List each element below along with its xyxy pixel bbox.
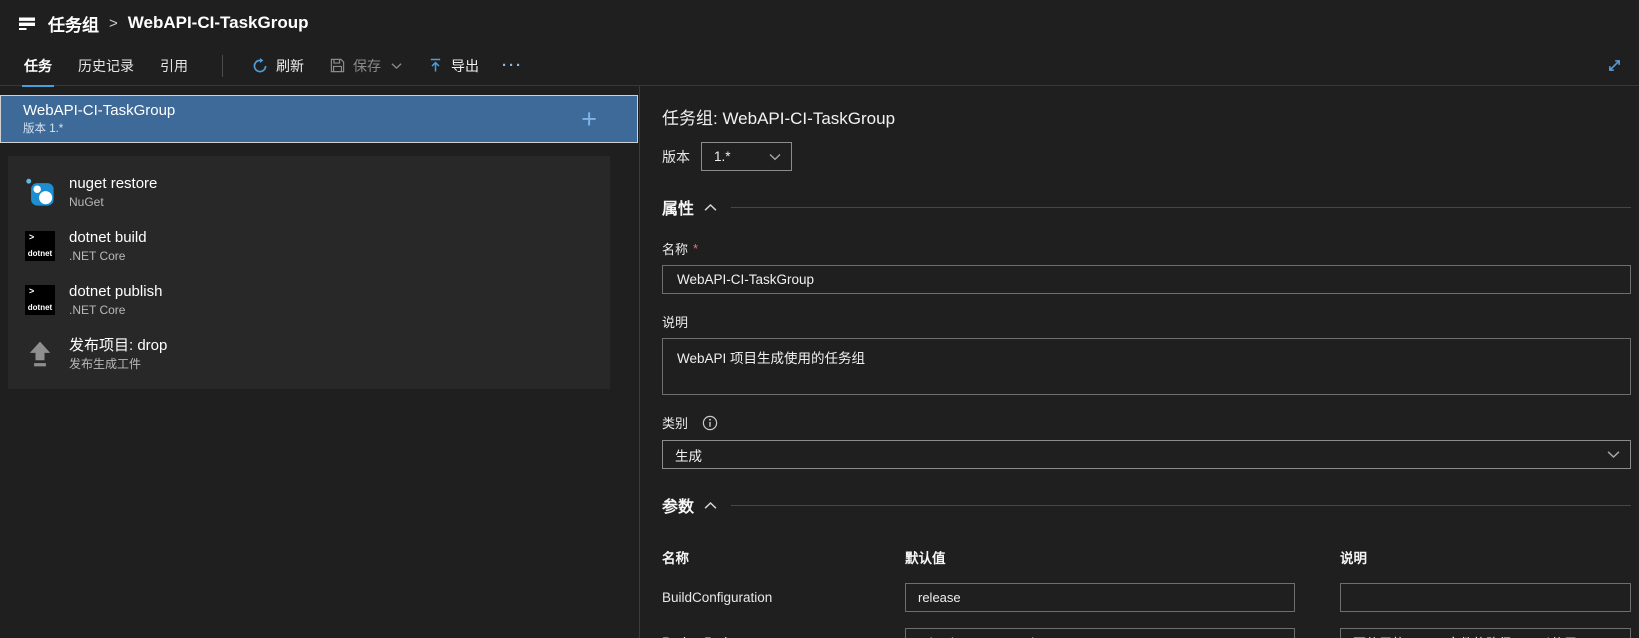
task-subtitle: .NET Core bbox=[69, 302, 126, 317]
description-field-label: 说明 bbox=[662, 315, 689, 330]
properties-section-title: 属性 bbox=[662, 201, 695, 218]
page-title: WebAPI-CI-TaskGroup bbox=[127, 13, 309, 32]
category-value: 生成 bbox=[675, 448, 702, 464]
toolbar: 任务 历史记录 引用 刷新 保存 导出 ··· bbox=[0, 45, 1639, 87]
version-dropdown[interactable]: 1.* bbox=[701, 142, 792, 171]
breadcrumb-separator: > bbox=[109, 14, 118, 32]
task-title: dotnet publish bbox=[69, 282, 163, 300]
task-item-nuget-restore[interactable]: nuget restore NuGet bbox=[8, 165, 610, 219]
column-header-description: 说明 bbox=[1340, 551, 1367, 566]
toolbar-divider bbox=[222, 54, 223, 77]
chevron-up-icon bbox=[704, 203, 717, 212]
task-group-editor: 任务组 > WebAPI-CI-TaskGroup 任务 历史记录 引用 刷新 … bbox=[0, 0, 1639, 638]
breadcrumb: 任务组 > WebAPI-CI-TaskGroup bbox=[0, 0, 1639, 46]
version-value: 1.* bbox=[714, 149, 731, 164]
name-input[interactable]: WebAPI-CI-TaskGroup bbox=[662, 265, 1631, 294]
task-title: dotnet build bbox=[69, 228, 147, 246]
detail-title: 任务组: WebAPI-CI-TaskGroup bbox=[662, 109, 896, 128]
name-field-label: 名称 * bbox=[662, 241, 699, 257]
section-divider bbox=[731, 504, 1631, 506]
upload-icon bbox=[25, 339, 55, 369]
column-header-name: 名称 bbox=[662, 551, 689, 566]
task-subtitle: .NET Core bbox=[69, 248, 126, 263]
parameters-table: 名称 默认值 说明 BuildConfiguration release Pro… bbox=[662, 547, 1631, 638]
nuget-icon bbox=[25, 177, 55, 207]
chevron-down-icon bbox=[1607, 450, 1620, 459]
dotnet-icon: > dotnet bbox=[25, 285, 55, 315]
task-group-detail-panel: 任务组: WebAPI-CI-TaskGroup 版本 1.* 属性 名称 * … bbox=[640, 86, 1639, 638]
group-name: WebAPI-CI-TaskGroup bbox=[23, 101, 176, 119]
param-description-input[interactable] bbox=[1340, 583, 1631, 612]
task-list: nuget restore NuGet > dotnet dotnet buil… bbox=[8, 156, 610, 389]
dotnet-icon: > dotnet bbox=[25, 231, 55, 261]
task-title: 发布项目: drop bbox=[69, 336, 168, 354]
refresh-icon bbox=[252, 57, 268, 74]
task-list-panel: WebAPI-CI-TaskGroup 版本 1.* + nuget resto… bbox=[0, 86, 640, 638]
group-version: 版本 1.* bbox=[23, 122, 64, 135]
fullscreen-icon[interactable] bbox=[1605, 56, 1624, 75]
task-item-dotnet-build[interactable]: > dotnet dotnet build .NET Core bbox=[8, 219, 610, 273]
tab-history[interactable]: 历史记录 bbox=[76, 45, 136, 87]
content-area: WebAPI-CI-TaskGroup 版本 1.* + nuget resto… bbox=[0, 86, 1639, 638]
tab-references[interactable]: 引用 bbox=[158, 45, 190, 87]
task-subtitle: NuGet bbox=[69, 194, 104, 209]
description-input[interactable]: WebAPI 项目生成使用的任务组 bbox=[662, 338, 1631, 395]
refresh-button[interactable]: 刷新 bbox=[252, 56, 304, 76]
required-marker: * bbox=[693, 241, 699, 256]
category-field-label: 类别 bbox=[662, 413, 1631, 432]
column-header-default: 默认值 bbox=[905, 551, 946, 566]
task-item-publish-artifact[interactable]: 发布项目: drop 发布生成工件 bbox=[8, 327, 610, 381]
breadcrumb-task-groups[interactable]: 任务组 bbox=[48, 11, 99, 36]
export-button[interactable]: 导出 bbox=[428, 56, 479, 76]
param-default-input[interactable]: **/WebApp01.csproj bbox=[905, 628, 1295, 638]
properties-section-header[interactable]: 属性 bbox=[662, 195, 1631, 219]
tab-tasks[interactable]: 任务 bbox=[22, 45, 54, 87]
add-task-button[interactable]: + bbox=[581, 106, 597, 133]
param-description-input[interactable]: 要使用的 csproj 文件的路径。可以使用... bbox=[1340, 628, 1631, 638]
chevron-down-icon bbox=[769, 153, 781, 161]
save-split-chevron-icon[interactable] bbox=[391, 62, 402, 70]
task-subtitle: 发布生成工件 bbox=[69, 356, 142, 371]
param-name: BuildConfiguration bbox=[662, 590, 773, 605]
param-default-input[interactable]: release bbox=[905, 583, 1295, 612]
save-button[interactable]: 保存 bbox=[330, 56, 402, 76]
category-dropdown[interactable]: 生成 bbox=[662, 440, 1631, 469]
parameters-section-header[interactable]: 参数 bbox=[662, 493, 1631, 517]
selected-task-group-header[interactable]: WebAPI-CI-TaskGroup 版本 1.* + bbox=[0, 95, 638, 143]
version-label: 版本 bbox=[662, 148, 690, 165]
group-header-text: WebAPI-CI-TaskGroup 版本 1.* bbox=[23, 102, 175, 136]
chevron-up-icon bbox=[704, 501, 717, 510]
save-icon bbox=[330, 58, 345, 73]
version-row: 版本 1.* bbox=[662, 142, 1631, 171]
export-icon bbox=[428, 58, 443, 73]
info-icon[interactable] bbox=[702, 415, 718, 431]
section-divider bbox=[731, 206, 1631, 208]
task-item-dotnet-publish[interactable]: > dotnet dotnet publish .NET Core bbox=[8, 273, 610, 327]
task-title: nuget restore bbox=[69, 174, 158, 192]
task-group-icon bbox=[17, 13, 37, 33]
parameters-section-title: 参数 bbox=[662, 499, 695, 516]
more-button[interactable]: ··· bbox=[502, 57, 523, 74]
